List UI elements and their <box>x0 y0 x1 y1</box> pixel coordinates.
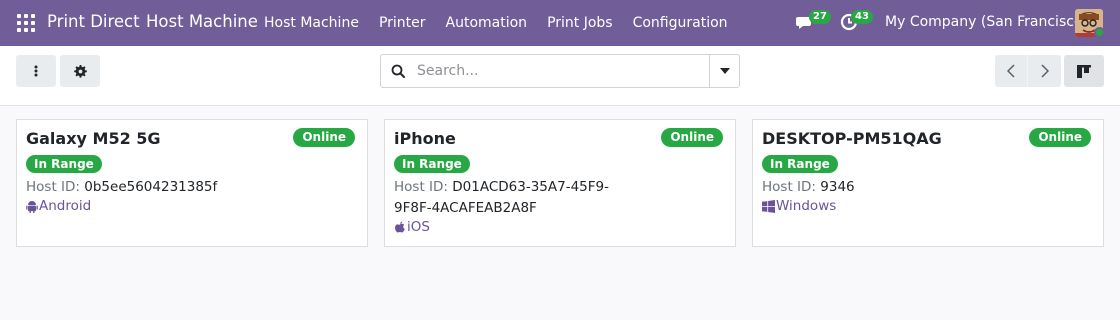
kanban-view-icon <box>1077 64 1091 78</box>
range-badge: In Range <box>762 155 838 173</box>
os-name: Windows <box>776 198 837 214</box>
status-badge: Online <box>293 128 355 147</box>
control-panel <box>0 46 1120 106</box>
menu-item-host-machine[interactable]: Host Machine <box>254 0 369 46</box>
host-id-value: 0b5ee5604231385f <box>84 179 218 195</box>
company-switcher[interactable]: My Company (San Francisco) <box>885 14 1088 30</box>
host-card[interactable]: iPhone Online In Range Host ID: D01ACD63… <box>384 119 736 247</box>
host-card[interactable]: Galaxy M52 5G Online In Range Host ID: 0… <box>16 119 368 247</box>
messages-badge: 27 <box>809 10 831 24</box>
os-line: Windows <box>762 198 836 214</box>
caret-down-icon <box>719 68 730 74</box>
os-name: Android <box>39 198 92 214</box>
host-card[interactable]: DESKTOP-PM51QAG Online In Range Host ID:… <box>752 119 1104 247</box>
activities-badge: 43 <box>851 10 873 24</box>
gear-icon <box>73 64 87 78</box>
online-status-dot <box>1094 27 1105 38</box>
main-menu: Host Machine Printer Automation Print Jo… <box>254 0 738 46</box>
top-navbar: Print Direct Host Machine Host Machine P… <box>0 0 1120 46</box>
host-name: DESKTOP-PM51QAG <box>762 129 942 148</box>
chevron-left-icon <box>1007 64 1015 78</box>
host-id-line: Host ID: 9346 <box>762 177 977 198</box>
status-badge: Online <box>661 128 723 147</box>
host-id-label: Host ID: <box>762 179 816 195</box>
os-line: Android <box>26 198 91 214</box>
host-name: Galaxy M52 5G <box>26 129 161 148</box>
search-options-toggle[interactable] <box>709 55 739 87</box>
menu-item-printer[interactable]: Printer <box>369 0 436 46</box>
apple-icon <box>395 221 405 232</box>
pager-previous-button[interactable] <box>995 55 1028 87</box>
host-id-value: 9346 <box>820 179 855 195</box>
apps-grid-icon[interactable] <box>17 14 35 32</box>
pager <box>995 55 1061 87</box>
windows-icon <box>762 199 775 213</box>
chevron-right-icon <box>1040 64 1049 78</box>
menu-item-configuration[interactable]: Configuration <box>623 0 738 46</box>
android-icon <box>26 200 38 213</box>
settings-button[interactable] <box>60 55 100 87</box>
search-icon <box>391 64 405 78</box>
host-id-line: Host ID: D01ACD63-35A7-45F9-9F8F-4ACAFEA… <box>394 177 609 219</box>
section-title[interactable]: Host Machine <box>146 12 258 31</box>
host-id-label: Host ID: <box>26 179 80 195</box>
more-vertical-icon <box>34 65 38 77</box>
pager-next-button[interactable] <box>1028 55 1061 87</box>
search-box <box>380 54 740 88</box>
os-name: iOS <box>407 219 430 235</box>
status-badge: Online <box>1029 128 1091 147</box>
kanban-view-button[interactable] <box>1064 55 1104 87</box>
host-name: iPhone <box>394 129 456 148</box>
os-line: iOS <box>394 219 430 235</box>
more-actions-button[interactable] <box>16 55 56 87</box>
range-badge: In Range <box>26 155 102 173</box>
menu-item-automation[interactable]: Automation <box>436 0 538 46</box>
host-id-label: Host ID: <box>394 179 448 195</box>
app-name[interactable]: Print Direct <box>47 12 140 31</box>
search-input[interactable] <box>417 61 707 81</box>
range-badge: In Range <box>394 155 470 173</box>
menu-item-print-jobs[interactable]: Print Jobs <box>537 0 623 46</box>
host-id-line: Host ID: 0b5ee5604231385f <box>26 177 241 198</box>
